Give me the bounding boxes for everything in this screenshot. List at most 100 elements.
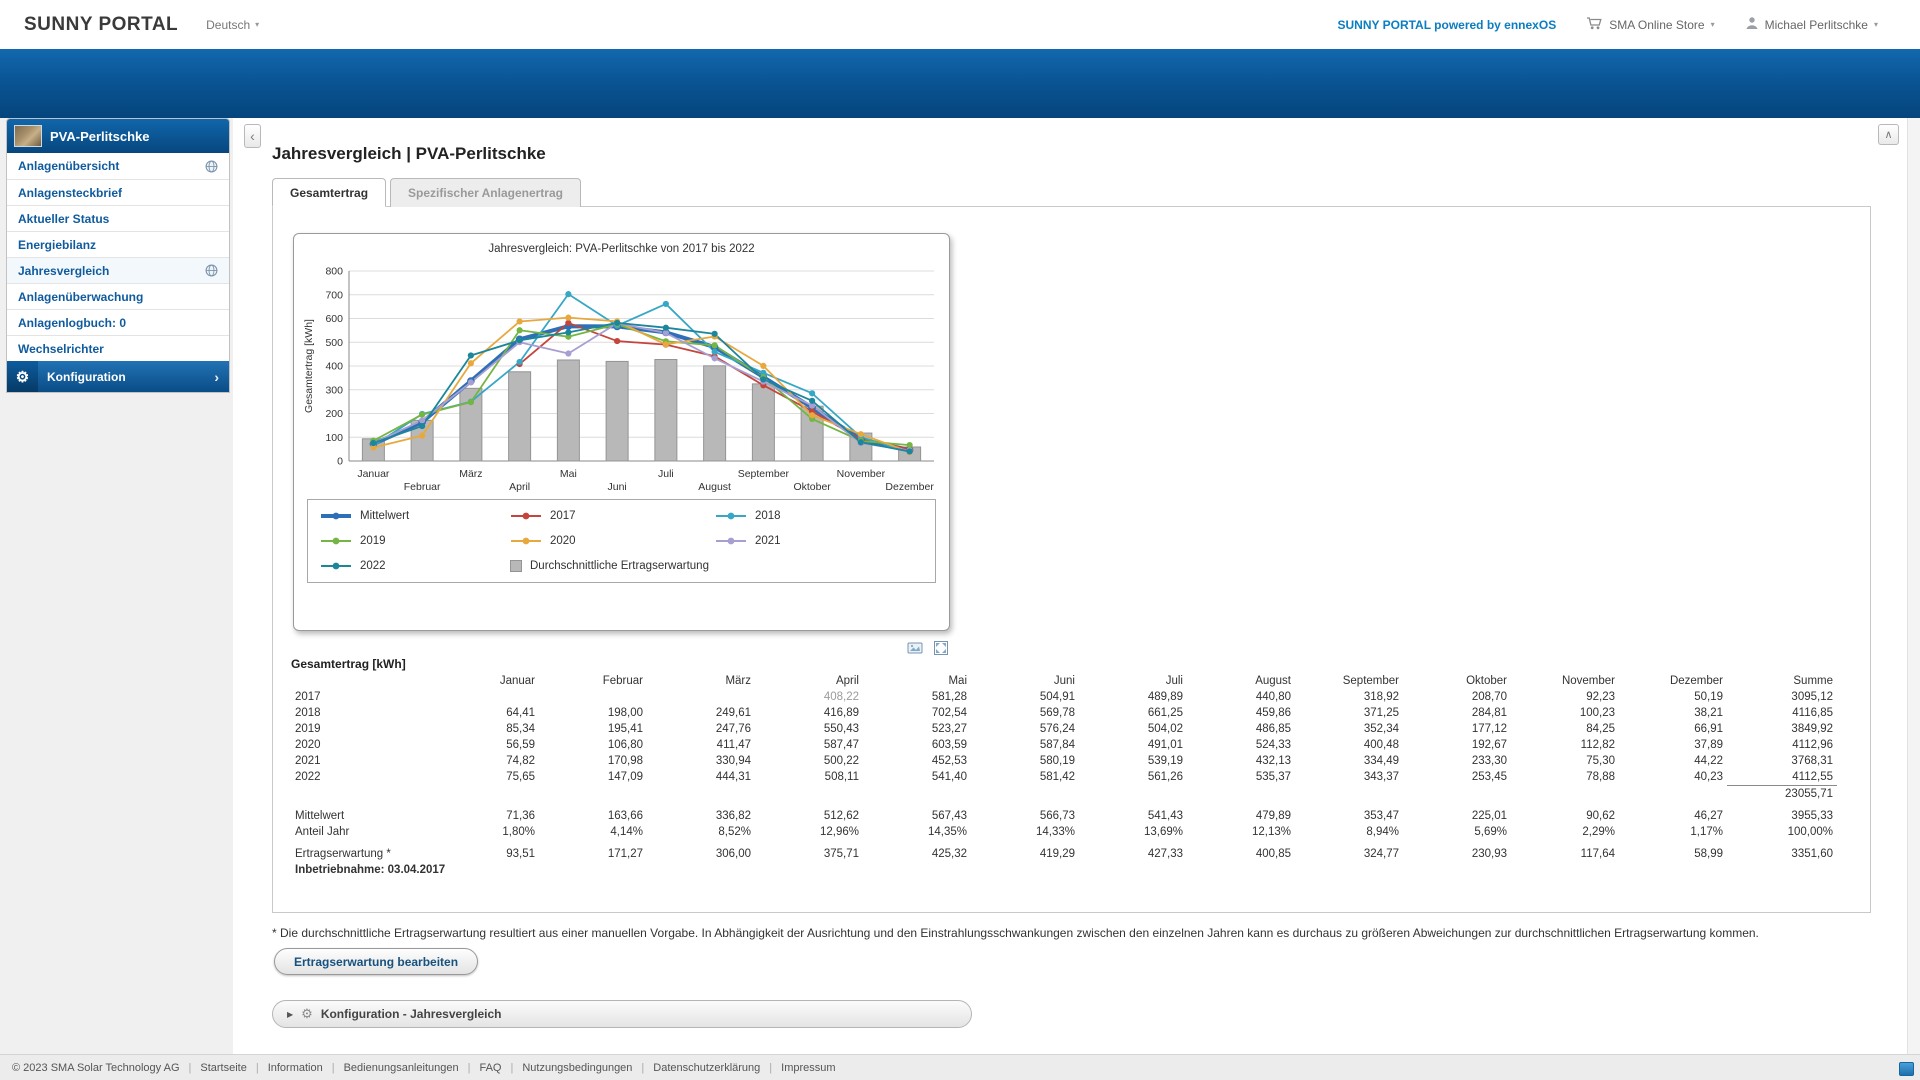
sidebar-item-label: Wechselrichter: [18, 342, 104, 356]
footer-separator: |: [256, 1062, 259, 1074]
footer-link-impressum[interactable]: Impressum: [781, 1062, 835, 1074]
cell: 523,27: [863, 721, 971, 737]
legend-item-2018: 2018: [715, 510, 923, 522]
cell: 75,65: [431, 769, 539, 786]
cell: 112,82: [1511, 737, 1619, 753]
tab-panel: Jahresvergleich: PVA-Perlitschke von 201…: [272, 206, 1871, 913]
footer-separator: |: [468, 1062, 471, 1074]
cell: 66,91: [1619, 721, 1727, 737]
footer-link-datenschutzerkl-rung[interactable]: Datenschutzerklärung: [653, 1062, 760, 1074]
cell: 306,00: [647, 846, 755, 862]
table-header-row: JanuarFebruarMärzAprilMaiJuniJuliAugustS…: [291, 673, 1837, 689]
legend-label: 2021: [755, 535, 781, 547]
tab-gesamtertrag[interactable]: Gesamtertrag: [272, 178, 386, 207]
svg-text:September: September: [738, 468, 790, 480]
row-label: 2022: [291, 769, 431, 786]
cell: 541,43: [1079, 808, 1187, 824]
footer-separator: |: [332, 1062, 335, 1074]
edit-expectation-button[interactable]: Ertragserwartung bearbeiten: [274, 948, 478, 975]
legend-label: 2017: [550, 510, 576, 522]
svg-text:100: 100: [325, 432, 343, 444]
cell: 352,34: [1295, 721, 1403, 737]
cell: 479,89: [1187, 808, 1295, 824]
cell: 334,49: [1295, 753, 1403, 769]
cell: 225,01: [1403, 808, 1511, 824]
footer-link-faq[interactable]: FAQ: [479, 1062, 501, 1074]
sidebar-item-jahresvergleich[interactable]: Jahresvergleich: [7, 257, 229, 283]
column-header-m-rz: März: [647, 673, 755, 689]
online-store-menu[interactable]: SMA Online Store ▾: [1586, 16, 1714, 33]
cell: 371,25: [1295, 705, 1403, 721]
cell: 2,29%: [1511, 824, 1619, 840]
language-selector[interactable]: Deutsch ▾: [206, 18, 259, 32]
cell: 93,51: [431, 846, 539, 862]
cell: 4,14%: [539, 824, 647, 840]
sidebar-item-anlagen-berwachung[interactable]: Anlagenüberwachung: [7, 283, 229, 309]
cell: 318,92: [1295, 689, 1403, 705]
chevron-down-icon: ▾: [1874, 20, 1878, 29]
chevron-down-icon: ▾: [255, 20, 259, 29]
cell: 566,73: [971, 808, 1079, 824]
row-label: [291, 786, 431, 803]
sidebar-item-wechselrichter[interactable]: Wechselrichter: [7, 335, 229, 361]
svg-text:200: 200: [325, 408, 343, 420]
sidebar-item-anlagen-bersicht[interactable]: Anlagenübersicht: [7, 153, 229, 179]
cell: 13,69%: [1079, 824, 1187, 840]
cell: 576,24: [971, 721, 1079, 737]
row-label: 2020: [291, 737, 431, 753]
cell: 8,52%: [647, 824, 755, 840]
cell: 78,88: [1511, 769, 1619, 786]
summe-cell: 3849,92: [1727, 721, 1837, 737]
powered-by-link[interactable]: SUNNY PORTAL powered by ennexOS: [1337, 18, 1556, 32]
column-header-april: April: [755, 673, 863, 689]
cell: 452,53: [863, 753, 971, 769]
export-chart-icon[interactable]: [906, 639, 924, 657]
user-menu[interactable]: Michael Perlitschke ▾: [1745, 16, 1878, 33]
sidebar-item-konfiguration[interactable]: ⚙ Konfiguration ›: [7, 361, 229, 392]
cell: 561,26: [1079, 769, 1187, 786]
row-label: Anteil Jahr: [291, 824, 431, 840]
cell: 37,89: [1619, 737, 1727, 753]
legend-item-2017: 2017: [510, 510, 715, 522]
column-header-november: November: [1511, 673, 1619, 689]
column-header-juni: Juni: [971, 673, 1079, 689]
footer-link-nutzungsbedingungen[interactable]: Nutzungsbedingungen: [522, 1062, 632, 1074]
footer-link-bedienungsanleitungen[interactable]: Bedienungsanleitungen: [344, 1062, 459, 1074]
sidebar-item-aktueller-status[interactable]: Aktueller Status: [7, 205, 229, 231]
globe-icon: [205, 160, 218, 173]
footer-link-information[interactable]: Information: [268, 1062, 323, 1074]
scroll-bottom-button[interactable]: [1899, 1062, 1914, 1076]
cell: 581,28: [863, 689, 971, 705]
collapse-sidebar-button[interactable]: ‹: [244, 124, 261, 148]
legend-label: Mittelwert: [360, 510, 409, 522]
page-scrollbar[interactable]: [1907, 118, 1920, 1054]
svg-text:400: 400: [325, 361, 343, 373]
config-panel-toggle[interactable]: ▶ ⚙ Konfiguration - Jahresvergleich: [272, 1000, 972, 1028]
sidebar-item-energiebilanz[interactable]: Energiebilanz: [7, 231, 229, 257]
summe-cell: 4116,85: [1727, 705, 1837, 721]
tab-spezifischer-anlagenertrag[interactable]: Spezifischer Anlagenertrag: [390, 178, 581, 207]
cell: 5,69%: [1403, 824, 1511, 840]
row-label: 2021: [291, 753, 431, 769]
legend-item-2019: 2019: [320, 535, 510, 547]
sidebar-item-anlagensteckbrief[interactable]: Anlagensteckbrief: [7, 179, 229, 205]
cell: 1,80%: [431, 824, 539, 840]
legend-item-2021: 2021: [715, 535, 923, 547]
cell: 444,31: [647, 769, 755, 786]
plant-header[interactable]: PVA-Perlitschke: [7, 119, 229, 153]
config-label: Konfiguration: [47, 370, 126, 384]
summe-cell: 100,00%: [1727, 824, 1837, 840]
chart-actions: [293, 639, 950, 657]
annual-comparison-chart: Jahresvergleich: PVA-Perlitschke von 201…: [293, 233, 950, 631]
column-header-januar: Januar: [431, 673, 539, 689]
scroll-top-button[interactable]: ∧: [1878, 124, 1899, 145]
expectation-row: Ertragserwartung *93,51171,27306,00375,7…: [291, 846, 1837, 862]
sidebar-item-anlagenlogbuch-0[interactable]: Anlagenlogbuch: 0: [7, 309, 229, 335]
cell: 432,13: [1187, 753, 1295, 769]
column-header-september: September: [1295, 673, 1403, 689]
footer-link-startseite[interactable]: Startseite: [200, 1062, 246, 1074]
maximize-chart-icon[interactable]: [932, 639, 950, 657]
cell: 249,61: [647, 705, 755, 721]
sidebar: PVA-Perlitschke AnlagenübersichtAnlagens…: [6, 118, 230, 393]
cell: 147,09: [539, 769, 647, 786]
